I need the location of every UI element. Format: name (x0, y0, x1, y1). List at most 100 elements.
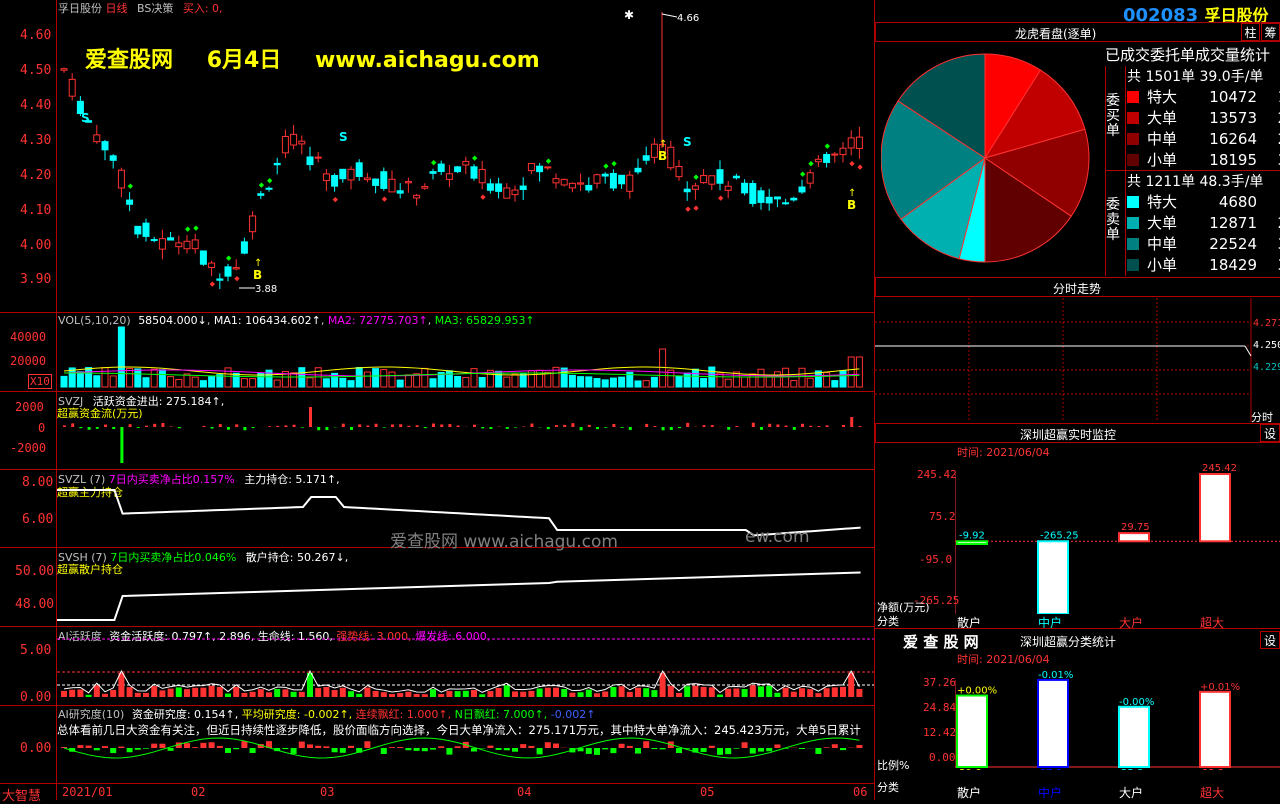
buy-total: 共 1501单 39.0手/单 (1127, 66, 1263, 86)
monitor-time: 时间: 2021/06/04 (957, 444, 1050, 460)
legend-swatch (1127, 196, 1139, 208)
monitor-bar-chart[interactable]: -9.92-265.2529.75245.42 (955, 462, 1280, 614)
ai-research-chart[interactable] (57, 706, 874, 783)
vol-y-tick: 40000 (10, 330, 46, 344)
class-bar (1119, 707, 1149, 767)
stat-name: 小单 (1147, 149, 1187, 170)
svg-text:✱: ✱ (624, 8, 634, 22)
monitor-bar (1200, 474, 1230, 541)
class-brand: 爱 查 股 网 (903, 631, 979, 652)
stat-value: 10472 (1187, 88, 1257, 106)
y-tick: 4.00 (20, 238, 51, 253)
s-signal: S (81, 111, 90, 125)
svg-text:◆: ◆ (546, 157, 552, 165)
volume-chart[interactable] (57, 313, 874, 391)
y-tick: 4.60 (20, 28, 51, 43)
stat-pct: 8% (1257, 193, 1280, 211)
monitor-bar (1038, 541, 1068, 614)
x-tick: 2021/01 (62, 785, 113, 799)
stat-row: 大单1357323% (1123, 107, 1280, 128)
tick-title: 分时走势 (1053, 280, 1101, 297)
y-tick: 3.90 (20, 272, 51, 287)
legend-swatch (1127, 217, 1139, 229)
x-tick: 04 (517, 785, 531, 799)
stat-value: 4680 (1187, 193, 1257, 211)
class-bar (1200, 692, 1230, 767)
legend-swatch (1127, 259, 1139, 271)
x-tick: 05 (700, 785, 714, 799)
monitor-bar-value: -9.92 (959, 530, 985, 541)
svg-text:◆: ◆ (267, 176, 273, 184)
ai-research-y-tick: 0.00 (20, 741, 51, 756)
stat-pct: 23% (1257, 109, 1280, 127)
low-mark: 3.88 (255, 284, 277, 295)
stat-pct: 18% (1257, 88, 1280, 106)
sell-total: 共 1211单 48.3手/单 (1127, 171, 1263, 191)
order-pie-chart[interactable] (881, 50, 1101, 270)
stat-value: 13573 (1187, 109, 1257, 127)
stat-title: 已成交委托单成交量统计 (1105, 44, 1270, 65)
b-signal: B↑ (847, 188, 856, 212)
svg-text:◆: ◆ (857, 163, 863, 171)
s-signal: S (683, 135, 692, 149)
left-chart-area[interactable]: 孚日股份 日线 BS决策 买入: 0, 4.60 4.50 4.40 4.30 … (0, 0, 874, 800)
svg-text:S: S (339, 130, 348, 144)
tick-y-label: 4.250 (1253, 340, 1280, 351)
svg-text:◆: ◆ (382, 195, 388, 203)
monitor-y-tick: 75.2 (929, 510, 956, 523)
class-settings-button[interactable]: 设 (1260, 631, 1280, 649)
class-y-tick: 24.84 (923, 701, 956, 714)
svg-text:◆: ◆ (685, 205, 691, 213)
stat-name: 特大 (1147, 191, 1187, 212)
stat-value: 12871 (1187, 214, 1257, 232)
buy-rows: 特大1047218%大单1357323%中单1626428%小单1819531% (1123, 86, 1280, 170)
legend-swatch (1127, 91, 1139, 103)
ai-active-y-tick: 0.00 (20, 690, 51, 705)
svg-text:◆: ◆ (226, 254, 232, 262)
brand-label: 大智慧 (2, 785, 41, 804)
svg-text:◆: ◆ (234, 274, 240, 282)
class-category: 散户 (957, 784, 981, 801)
stat-name: 特大 (1147, 86, 1187, 107)
monitor-bar (957, 541, 987, 544)
class-bar (1038, 680, 1068, 767)
svg-text:◆: ◆ (693, 173, 699, 181)
class-axis-name: 比例% (877, 757, 909, 773)
svg-text:B: B (253, 268, 262, 282)
stat-pct: 22% (1257, 214, 1280, 232)
monitor-axis-cat: 分类 (877, 613, 899, 629)
stat-pct: 39% (1257, 235, 1280, 253)
legend-swatch (1127, 112, 1139, 124)
svsh-y-tick: 48.00 (15, 597, 54, 612)
chip-toggle-button[interactable]: 筹 (1261, 23, 1280, 41)
class-change: -0.00% (1119, 697, 1154, 708)
high-mark: 4.66 (677, 13, 699, 24)
svsh-y-tick: 50.00 (15, 564, 54, 579)
stat-value: 16264 (1187, 130, 1257, 148)
svg-text:B: B (847, 198, 856, 212)
watermark-banner: 爱查股网 6月4日 www.aichagu.com (85, 42, 540, 74)
stat-pct: 32% (1257, 256, 1280, 274)
column-toggle-button[interactable]: 柱 (1241, 23, 1260, 41)
sell-rows: 特大46808%大单1287122%中单2252439%小单1842932% (1123, 191, 1280, 275)
svg-text:◆: ◆ (480, 193, 486, 201)
class-value: 37.3 (1040, 768, 1062, 770)
class-value: 32.2 (1202, 768, 1224, 770)
monitor-y-tick: -95.0 (919, 553, 952, 566)
stat-name: 大单 (1147, 212, 1187, 233)
monitor-settings-button[interactable]: 设 (1260, 424, 1280, 442)
svg-text:◆: ◆ (431, 159, 437, 167)
fund-flow-chart[interactable] (57, 392, 874, 469)
pie-title: 龙虎看盘(逐单) (1015, 25, 1096, 42)
intraday-chart[interactable] (875, 298, 1280, 422)
b-signal: B↑ (658, 139, 667, 163)
monitor-bar-value: -265.25 (1040, 530, 1079, 541)
ai-active-chart[interactable] (57, 627, 874, 705)
stat-row: 特大1047218% (1123, 86, 1280, 107)
stat-row: 特大46808% (1123, 191, 1280, 212)
stat-row: 中单2252439% (1123, 233, 1280, 254)
retail-holding-chart[interactable] (57, 548, 874, 626)
stat-pct: 31% (1257, 151, 1280, 169)
class-bar-chart[interactable]: +0.00%30.6-0.01%37.3-0.00%25.8+0.01%32.2 (955, 670, 1280, 770)
svg-text:◆: ◆ (333, 196, 339, 204)
